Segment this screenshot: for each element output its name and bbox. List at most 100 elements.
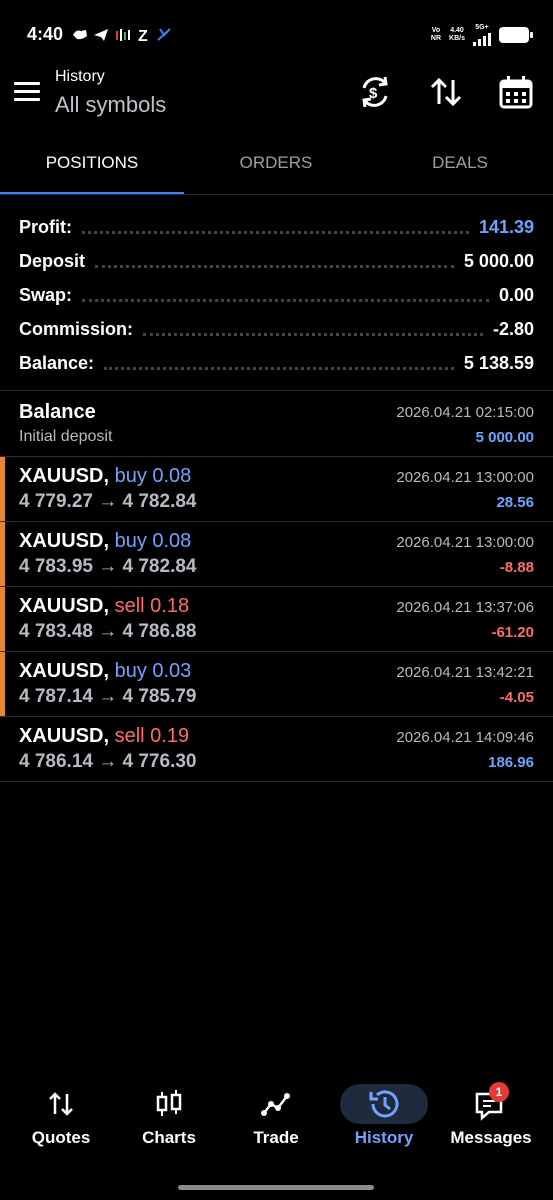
dot-leader — [82, 230, 469, 234]
summary-balance-row: Balance: 5 138.59 — [0, 346, 553, 380]
position-indicator — [0, 457, 5, 521]
commission-label: Commission: — [19, 318, 134, 339]
net-speed: 4.40 KB/s — [449, 27, 465, 43]
swap-value: 0.00 — [498, 284, 534, 305]
tab-orders[interactable]: ORDERS — [184, 145, 368, 195]
position-profit: 186.96 — [488, 754, 534, 771]
status-right: Vo NR 4.40 KB/s 5G+ — [430, 24, 533, 46]
position-symbol: XAUUSD, — [19, 595, 110, 617]
position-datetime: 2026.04.21 13:00:00 — [396, 534, 534, 551]
candlestick-icon — [139, 1084, 199, 1124]
position-profit: -4.05 — [499, 689, 534, 706]
notification-icons: Z — [72, 26, 182, 47]
nav-messages-label: Messages — [450, 1128, 532, 1147]
chat-bubble-icon: 1 — [461, 1082, 521, 1124]
app-header: History All symbols $ — [0, 60, 553, 130]
nav-quotes[interactable]: Quotes — [11, 1080, 111, 1160]
volte-top: Vo — [431, 27, 441, 34]
history-clock-icon — [340, 1084, 428, 1124]
nav-charts[interactable]: Charts — [119, 1080, 219, 1160]
battery-icon — [499, 27, 533, 43]
balance-value: 5 138.59 — [463, 352, 534, 373]
commission-value: -2.80 — [492, 318, 534, 339]
balance-entry-datetime: 2026.04.21 02:15:00 — [396, 404, 534, 421]
balance-entry[interactable]: Balance Initial deposit 2026.04.21 02:15… — [0, 391, 553, 457]
dot-leader — [104, 366, 454, 370]
nav-history[interactable]: History — [334, 1080, 434, 1160]
profit-label: Profit: — [19, 216, 72, 237]
signal-block: 5G+ — [473, 24, 491, 46]
position-prices: 4 786.14 → 4 776.30 — [19, 751, 197, 772]
summary-deposit-row: Deposit 5 000.00 — [0, 244, 553, 278]
signal-icon — [473, 32, 491, 46]
position-indicator — [0, 652, 5, 716]
net-speed-unit: KB/s — [449, 35, 465, 42]
status-time: 4:40 — [27, 24, 64, 44]
position-prices: 4 783.95 → 4 782.84 — [19, 556, 197, 577]
messages-badge: 1 — [489, 1082, 509, 1102]
position-prices: 4 779.27 → 4 782.84 — [19, 491, 197, 512]
position-symbol-line: XAUUSD, sell 0.19 — [19, 725, 189, 748]
position-datetime: 2026.04.21 13:00:00 — [396, 469, 534, 486]
balance-entry-amount: 5 000.00 — [475, 429, 534, 446]
dot-leader — [82, 298, 489, 302]
position-symbol: XAUUSD, — [19, 465, 110, 487]
currency-exchange-icon[interactable]: $ — [357, 74, 393, 110]
position-datetime: 2026.04.21 14:09:46 — [396, 729, 534, 746]
position-indicator — [0, 522, 5, 586]
tabs-divider — [0, 194, 553, 195]
position-side: sell 0.19 — [114, 725, 190, 747]
position-row[interactable]: XAUUSD, sell 0.19 4 786.14 → 4 776.30 20… — [0, 717, 553, 782]
menu-icon[interactable] — [14, 82, 40, 102]
tab-positions[interactable]: POSITIONS — [0, 145, 184, 195]
position-row[interactable]: XAUUSD, buy 0.08 4 779.27 → 4 782.84 202… — [0, 457, 553, 522]
sort-icon[interactable] — [428, 74, 464, 110]
summary-profit-row: Profit: 141.39 — [0, 210, 553, 244]
position-symbol-line: XAUUSD, sell 0.18 — [19, 595, 189, 618]
history-tabs: POSITIONS ORDERS DEALS — [0, 145, 553, 195]
position-prices: 4 783.48 → 4 786.88 — [19, 621, 197, 642]
position-datetime: 2026.04.21 13:37:06 — [396, 599, 534, 616]
status-z: Z — [138, 28, 152, 44]
position-row[interactable]: XAUUSD, buy 0.03 4 787.14 → 4 785.79 202… — [0, 652, 553, 717]
balance-entry-title: Balance — [19, 401, 96, 423]
position-symbol: XAUUSD, — [19, 530, 110, 552]
summary-commission-row: Commission: -2.80 — [0, 312, 553, 346]
position-side: sell 0.18 — [114, 595, 190, 617]
position-symbol-line: XAUUSD, buy 0.03 — [19, 660, 191, 683]
position-row[interactable]: XAUUSD, sell 0.18 4 783.48 → 4 786.88 20… — [0, 587, 553, 652]
position-profit: -61.20 — [491, 624, 534, 641]
tab-deals[interactable]: DEALS — [368, 145, 552, 195]
net-speed-value: 4.40 — [450, 27, 464, 34]
quotes-arrows-icon — [31, 1084, 91, 1124]
balance-entry-subtitle: Initial deposit — [19, 428, 113, 445]
nav-charts-label: Charts — [142, 1128, 196, 1147]
balance-label: Balance: — [19, 352, 95, 373]
nav-history-label: History — [354, 1128, 414, 1147]
nav-trade[interactable]: Trade — [226, 1080, 326, 1160]
position-side: buy 0.08 — [114, 530, 192, 552]
position-symbol: XAUUSD, — [19, 660, 110, 682]
volte-bottom: NR — [430, 35, 442, 42]
nav-quotes-label: Quotes — [31, 1128, 91, 1147]
calendar-icon[interactable] — [498, 74, 534, 110]
position-datetime: 2026.04.21 13:42:21 — [396, 664, 534, 681]
position-profit: 28.56 — [496, 494, 534, 511]
position-row[interactable]: XAUUSD, buy 0.08 4 783.95 → 4 782.84 202… — [0, 522, 553, 587]
history-list: Balance Initial deposit 2026.04.21 02:15… — [0, 391, 553, 782]
profit-value: 141.39 — [478, 216, 534, 237]
deposit-value: 5 000.00 — [463, 250, 534, 271]
position-symbol-line: XAUUSD, buy 0.08 — [19, 530, 191, 553]
position-indicator — [0, 587, 5, 651]
nav-messages[interactable]: 1 Messages — [441, 1080, 541, 1160]
symbol-filter[interactable]: All symbols — [55, 92, 166, 118]
svg-text:$: $ — [369, 85, 378, 102]
notification-icons-graphic: Z — [73, 28, 171, 45]
deposit-label: Deposit — [19, 250, 86, 271]
bottom-navigation: Quotes Charts Trade History 1 Messages — [0, 1080, 553, 1160]
position-symbol: XAUUSD, — [19, 725, 110, 747]
trade-line-icon — [246, 1084, 306, 1124]
home-indicator[interactable] — [178, 1185, 374, 1190]
summary-swap-row: Swap: 0.00 — [0, 278, 553, 312]
position-profit: -8.88 — [499, 559, 534, 576]
